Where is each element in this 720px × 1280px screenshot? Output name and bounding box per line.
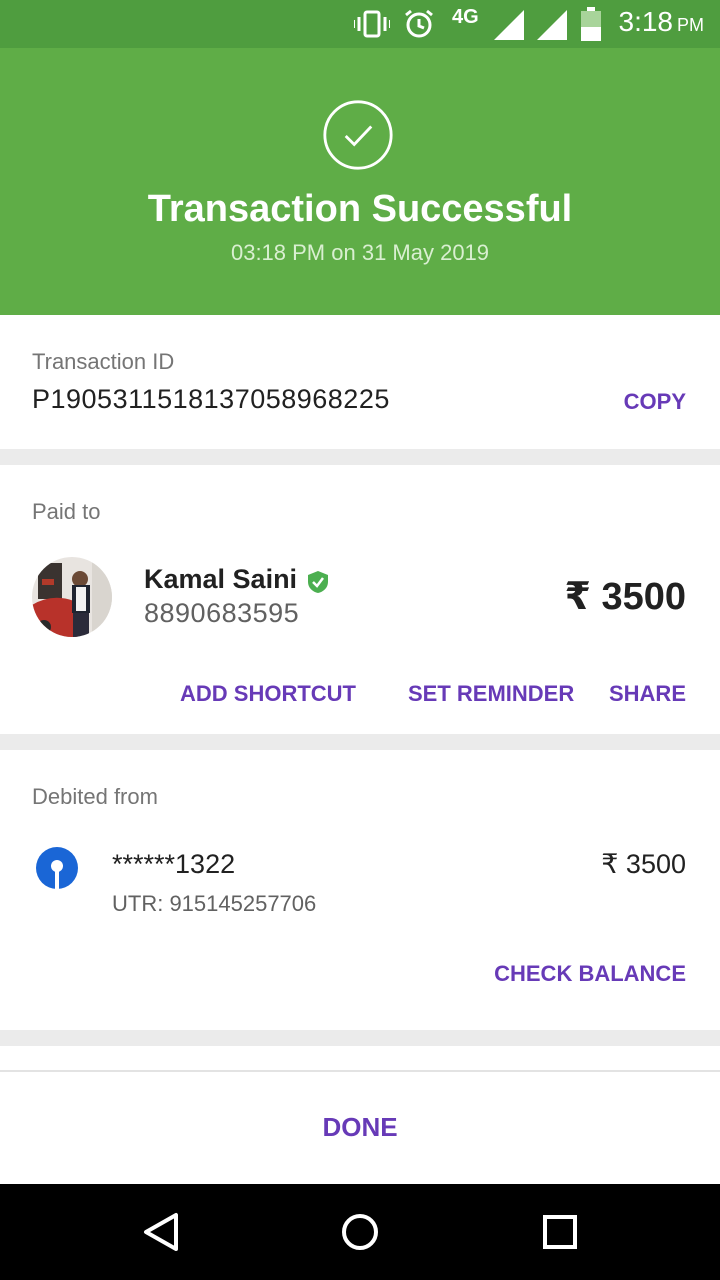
debited-amount: ₹ 3500 bbox=[601, 849, 686, 879]
add-shortcut-button[interactable]: ADD SHORTCUT bbox=[180, 681, 356, 707]
debited-from-label: Debited from bbox=[32, 784, 158, 809]
check-circle-icon bbox=[323, 100, 393, 170]
system-nav-bar bbox=[0, 1184, 720, 1280]
avatar[interactable] bbox=[32, 557, 112, 637]
transaction-id-label: Transaction ID bbox=[32, 349, 175, 374]
utr-number: UTR: 915145257706 bbox=[112, 891, 317, 916]
payee-name: Kamal Saini bbox=[144, 564, 298, 594]
account-number: ******1322 bbox=[112, 849, 236, 879]
page-title: Transaction Successful bbox=[147, 188, 573, 230]
verified-shield-icon bbox=[308, 571, 328, 593]
section-divider bbox=[0, 1030, 720, 1046]
recents-icon[interactable] bbox=[542, 1214, 578, 1250]
alarm-icon bbox=[405, 9, 433, 38]
paid-amount: ₹ 3500 bbox=[564, 576, 686, 618]
status-bar: 4G 3:18 PM bbox=[0, 0, 720, 48]
back-icon[interactable] bbox=[142, 1212, 180, 1252]
time-ampm: PM bbox=[677, 15, 704, 35]
signal-icon bbox=[494, 10, 524, 40]
status-time: 3:18 PM bbox=[619, 6, 705, 38]
bank-logo-icon bbox=[36, 847, 78, 889]
copy-button[interactable]: COPY bbox=[624, 389, 686, 415]
paid-to-card: Paid to Kamal Saini 8890683595 ₹ 3500 AD… bbox=[0, 465, 720, 734]
transaction-timestamp: 03:18 PM on 31 May 2019 bbox=[230, 240, 490, 265]
section-divider bbox=[0, 449, 720, 465]
section-divider bbox=[0, 734, 720, 750]
vibrate-icon bbox=[354, 10, 390, 38]
battery-icon bbox=[581, 7, 601, 41]
set-reminder-button[interactable]: SET REMINDER bbox=[408, 681, 574, 707]
payee-phone: 8890683595 bbox=[144, 598, 300, 628]
share-button[interactable]: SHARE bbox=[609, 681, 686, 707]
signal-icon bbox=[537, 10, 567, 40]
transaction-id-card: Transaction ID P1905311518137058968225 C… bbox=[0, 315, 720, 449]
transaction-id-value: P1905311518137058968225 bbox=[32, 384, 390, 414]
done-button[interactable]: DONE bbox=[0, 1112, 720, 1143]
paid-to-label: Paid to bbox=[32, 499, 101, 524]
check-balance-button[interactable]: CHECK BALANCE bbox=[494, 961, 686, 987]
success-header: Transaction Successful 03:18 PM on 31 Ma… bbox=[0, 48, 720, 315]
network-type: 4G bbox=[452, 6, 479, 28]
time-value: 3:18 bbox=[618, 6, 674, 37]
debited-from-card: Debited from ******1322 UTR: 91514525770… bbox=[0, 750, 720, 1030]
home-icon[interactable] bbox=[340, 1212, 380, 1252]
